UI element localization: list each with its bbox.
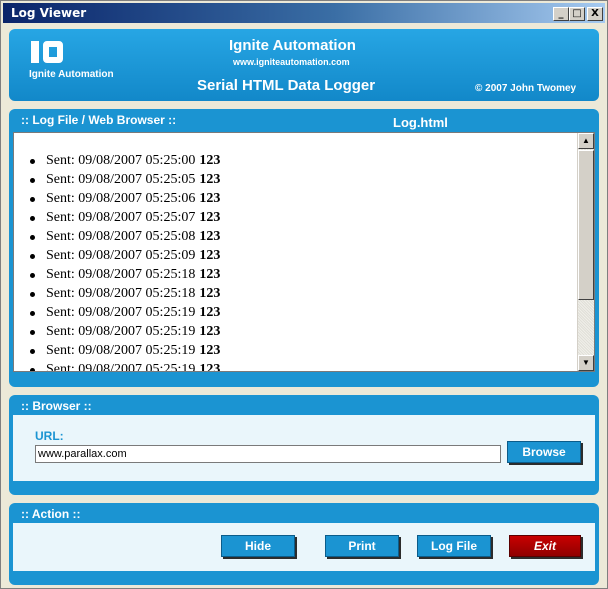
log-entry: Sent: 09/08/2007 05:25:19 123 (30, 360, 580, 371)
logo-text: Ignite Automation (29, 69, 114, 80)
log-file-button[interactable]: Log File (417, 535, 491, 557)
browser-section-title: :: Browser :: (21, 399, 92, 413)
scroll-up-icon[interactable]: ▲ (578, 133, 594, 149)
log-entry: Sent: 09/08/2007 05:25:07 123 (30, 208, 580, 227)
browser-section-body: URL: Browse (13, 415, 595, 481)
hide-button[interactable]: Hide (221, 535, 295, 557)
log-viewer-window: Log Viewer _ □ X Ignite Automation Ignit… (0, 0, 608, 589)
scroll-down-icon[interactable]: ▼ (578, 355, 594, 371)
exit-button[interactable]: Exit (509, 535, 581, 557)
log-filename: Log.html (393, 115, 448, 130)
log-entry: Sent: 09/08/2007 05:25:18 123 (30, 284, 580, 303)
minimize-button[interactable]: _ (553, 7, 569, 21)
scroll-thumb[interactable] (578, 150, 594, 300)
url-label: URL: (35, 429, 64, 443)
log-entry: Sent: 09/08/2007 05:25:18 123 (30, 265, 580, 284)
close-button[interactable]: X (587, 7, 603, 21)
print-button[interactable]: Print (325, 535, 399, 557)
log-entry: Sent: 09/08/2007 05:25:09 123 (30, 246, 580, 265)
maximize-button[interactable]: □ (569, 7, 585, 21)
log-entry: Sent: 09/08/2007 05:25:00 123 (30, 151, 580, 170)
log-entry: Sent: 09/08/2007 05:25:05 123 (30, 170, 580, 189)
product-name: Serial HTML Data Logger (197, 77, 376, 94)
company-name: Ignite Automation (229, 37, 356, 54)
ignite-logo-icon (29, 37, 71, 67)
log-entry: Sent: 09/08/2007 05:25:19 123 (30, 341, 580, 360)
window-title: Log Viewer (11, 6, 87, 20)
company-website: www.igniteautomation.com (233, 57, 350, 67)
log-entry: Sent: 09/08/2007 05:25:19 123 (30, 322, 580, 341)
log-section-title: :: Log File / Web Browser :: (21, 113, 177, 127)
log-entry: Sent: 09/08/2007 05:25:19 123 (30, 303, 580, 322)
log-scrollbar[interactable]: ▲ ▼ (577, 133, 594, 371)
header-banner: Ignite Automation Ignite Automation www.… (9, 29, 599, 101)
url-input[interactable] (35, 445, 501, 463)
log-browser-frame[interactable]: Sent: 09/08/2007 05:25:00 123 Sent: 09/08… (13, 132, 595, 372)
log-entry: Sent: 09/08/2007 05:25:06 123 (30, 189, 580, 208)
action-section-title: :: Action :: (21, 507, 81, 521)
browser-section: :: Browser :: URL: Browse (9, 395, 599, 495)
action-section: :: Action :: Hide Print Log File Exit (9, 503, 599, 585)
action-section-body: Hide Print Log File Exit (13, 523, 595, 571)
log-section: :: Log File / Web Browser :: Log.html Se… (9, 109, 599, 387)
log-list: Sent: 09/08/2007 05:25:00 123 Sent: 09/08… (30, 151, 580, 371)
title-bar[interactable]: Log Viewer _ □ X (3, 3, 605, 23)
copyright: © 2007 John Twomey (475, 83, 577, 94)
browse-button[interactable]: Browse (507, 441, 581, 463)
log-entry: Sent: 09/08/2007 05:25:08 123 (30, 227, 580, 246)
